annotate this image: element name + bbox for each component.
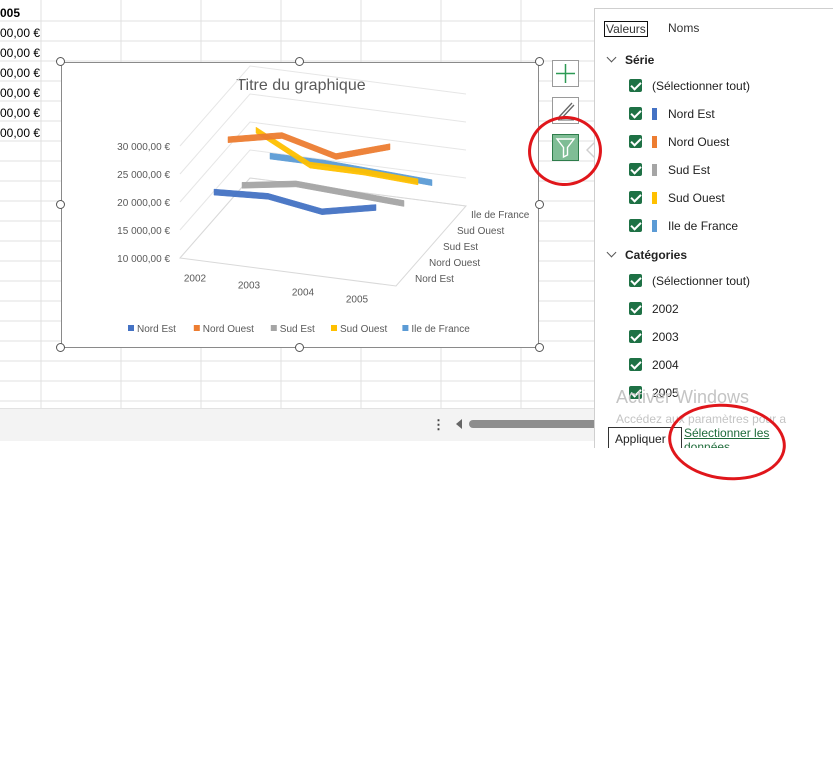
chart-elements-button[interactable]: [552, 60, 579, 87]
series-color-swatch: [652, 164, 657, 176]
series-item-nord-est[interactable]: Nord Est: [629, 107, 829, 123]
checkbox-checked[interactable]: [629, 107, 642, 120]
header-cell[interactable]: 005: [0, 6, 20, 20]
currency-cell[interactable]: 00,00 €: [0, 66, 40, 80]
series-item-label: Sud Ouest: [668, 191, 725, 205]
resize-handle-bottom[interactable]: [295, 343, 304, 352]
x-tick-label: 2003: [238, 281, 261, 292]
series-item-label: Sud Est: [668, 163, 711, 177]
series-header-label: Série: [625, 53, 655, 67]
resize-handle-top-right[interactable]: [535, 57, 544, 66]
resize-handle-top-left[interactable]: [56, 57, 65, 66]
category-item-label: 2003: [652, 330, 679, 344]
series-item-nord-ouest[interactable]: Nord Ouest: [629, 135, 829, 151]
category-item-2002[interactable]: 2002: [629, 302, 829, 318]
resize-handle-bottom-right[interactable]: [535, 343, 544, 352]
x-tick-label: 2005: [346, 295, 369, 306]
currency-cell[interactable]: 00,00 €: [0, 26, 40, 40]
series-item-select-all[interactable]: (Sélectionner tout): [629, 79, 829, 95]
legend-swatch: [331, 325, 337, 331]
chart-title: Titre du graphique: [236, 77, 365, 94]
tab-values[interactable]: Valeurs: [604, 21, 648, 37]
checkbox-checked[interactable]: [629, 302, 642, 315]
depth-tick-label: Nord Est: [415, 274, 454, 285]
depth-tick-label: Sud Est: [443, 242, 478, 253]
legend-label: Nord Est: [137, 324, 176, 335]
legend-swatch: [193, 325, 200, 331]
series-item-label: Nord Ouest: [668, 135, 730, 149]
plus-icon: [556, 64, 575, 83]
chart-area[interactable]: Titre du graphique 10 000,00 € 15 000,00 €…: [61, 62, 539, 348]
currency-cell[interactable]: 00,00 €: [0, 126, 40, 140]
legend-label: Nord Ouest: [203, 324, 254, 335]
currency-cell[interactable]: 00,00 €: [0, 86, 40, 100]
currency-cell[interactable]: 00,00 €: [0, 106, 40, 120]
checkbox-checked[interactable]: [629, 163, 642, 176]
resize-handle-top[interactable]: [295, 57, 304, 66]
series-item-label: Nord Est: [668, 107, 715, 121]
series-color-swatch: [652, 192, 657, 204]
series-item-label: (Sélectionner tout): [652, 79, 751, 93]
categories-header-label: Catégories: [625, 248, 688, 262]
legend-swatch: [128, 325, 134, 331]
chart-filters-panel: Valeurs Noms Série (Sélectionner tout) N…: [594, 8, 833, 448]
series-item-ile-de-france[interactable]: Ile de France: [629, 219, 829, 235]
legend-swatch: [402, 325, 409, 331]
series-section-header[interactable]: Série: [605, 52, 655, 67]
series-color-swatch: [652, 108, 657, 120]
chart-plot: Titre du graphique 10 000,00 € 15 000,00 €…: [117, 65, 530, 335]
category-item-label: 2004: [652, 358, 679, 372]
y-tick-label: 20 000,00 €: [117, 198, 170, 209]
category-item-select-all[interactable]: (Sélectionner tout): [629, 274, 829, 290]
currency-cell[interactable]: 00,00 €: [0, 46, 40, 60]
series-color-swatch: [652, 136, 657, 148]
series-item-label: Ile de France: [668, 219, 739, 233]
y-tick-label: 25 000,00 €: [117, 170, 170, 181]
chevron-down-icon: [606, 247, 617, 258]
legend-label: Ile de France: [411, 324, 470, 335]
x-tick-label: 2002: [184, 274, 207, 285]
categories-section-header[interactable]: Catégories: [605, 247, 688, 262]
resize-handle-bottom-left[interactable]: [56, 343, 65, 352]
legend-label: Sud Est: [280, 324, 315, 335]
depth-tick-label: Sud Ouest: [457, 226, 504, 237]
category-item-label: (Sélectionner tout): [652, 274, 751, 288]
series-item-sud-est[interactable]: Sud Est: [629, 163, 829, 179]
category-item-2004[interactable]: 2004: [629, 358, 829, 374]
legend-swatch: [270, 325, 277, 331]
checkbox-checked[interactable]: [629, 191, 642, 204]
series-item-sud-ouest[interactable]: Sud Ouest: [629, 191, 829, 207]
scroll-left-arrow-icon[interactable]: [456, 419, 462, 429]
depth-tick-label: Nord Ouest: [429, 258, 480, 269]
checkbox-checked[interactable]: [629, 358, 642, 371]
y-tick-label: 30 000,00 €: [117, 142, 170, 153]
resize-handle-left[interactable]: [56, 200, 65, 209]
y-tick-label: 10 000,00 €: [117, 254, 170, 265]
resize-handle-right[interactable]: [535, 200, 544, 209]
series-color-swatch: [652, 220, 657, 232]
legend-label: Sud Ouest: [340, 324, 387, 335]
checkbox-checked[interactable]: [629, 330, 642, 343]
y-tick-label: 15 000,00 €: [117, 226, 170, 237]
checkbox-checked[interactable]: [629, 219, 642, 232]
x-tick-label: 2004: [292, 288, 315, 299]
tab-names[interactable]: Noms: [668, 21, 699, 35]
checkbox-checked[interactable]: [629, 135, 642, 148]
more-options-icon[interactable]: ⋮: [432, 418, 445, 432]
checkbox-checked[interactable]: [629, 79, 642, 92]
depth-tick-label: Ile de France: [471, 210, 530, 221]
chevron-down-icon: [606, 52, 617, 63]
horizontal-scrollbar-thumb[interactable]: [469, 420, 599, 428]
category-item-label: 2002: [652, 302, 679, 316]
category-item-2003[interactable]: 2003: [629, 330, 829, 346]
checkbox-checked[interactable]: [629, 274, 642, 287]
